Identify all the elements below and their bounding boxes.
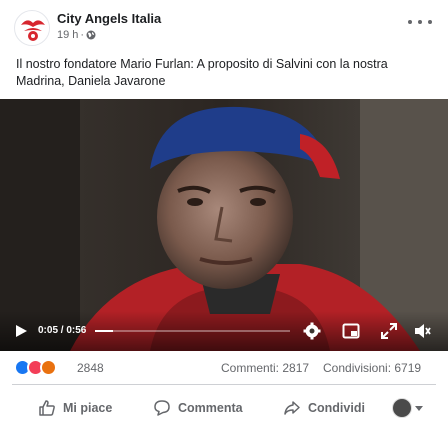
- share-icon: [284, 401, 300, 415]
- comment-button[interactable]: Commenta: [153, 396, 243, 420]
- post-time[interactable]: 19 h: [57, 29, 78, 41]
- picture-in-picture-icon[interactable]: [342, 322, 360, 340]
- post-stats: 2848 Commenti: 2817 Condivisioni: 6719: [0, 356, 448, 380]
- divider: [12, 384, 436, 385]
- page-name[interactable]: City Angels Italia: [57, 11, 161, 26]
- reaction-count[interactable]: 2848: [77, 361, 104, 375]
- time-readout: 0:05 / 0:56: [38, 325, 87, 336]
- progress-fill: [95, 330, 113, 332]
- post-actions: Mi piace Commenta Condividi: [0, 390, 448, 426]
- facebook-post: City Angels Italia 19 h · Il nostro fond…: [0, 0, 448, 430]
- comment-label: Commenta: [178, 401, 243, 415]
- share-button[interactable]: Condividi: [283, 396, 365, 420]
- shares-count[interactable]: Condivisioni: 6719: [323, 361, 421, 375]
- comments-count[interactable]: Commenti: 2817: [221, 361, 309, 375]
- settings-icon[interactable]: [303, 322, 321, 340]
- like-label: Mi piace: [63, 401, 113, 415]
- avatar: [392, 398, 412, 418]
- identity-selector[interactable]: [392, 396, 423, 420]
- page-avatar[interactable]: [14, 10, 50, 46]
- reaction-icons[interactable]: [14, 359, 57, 377]
- like-button[interactable]: Mi piace: [38, 396, 112, 420]
- volume-icon[interactable]: [413, 322, 431, 340]
- globe-icon: [86, 30, 96, 40]
- more-options-icon[interactable]: [408, 14, 432, 30]
- post-header: City Angels Italia 19 h ·: [0, 0, 448, 50]
- meta-separator: ·: [80, 29, 85, 41]
- play-icon[interactable]: [14, 324, 28, 338]
- share-label: Condividi: [308, 401, 365, 415]
- video-player[interactable]: 0:05 / 0:56: [0, 99, 448, 351]
- fullscreen-icon[interactable]: [380, 322, 398, 340]
- chevron-down-icon: [415, 405, 423, 411]
- video-controls: 0:05 / 0:56: [0, 311, 448, 351]
- post-text: Il nostro fondatore Mario Furlan: A prop…: [16, 57, 388, 88]
- city-angels-logo-icon: [16, 12, 49, 45]
- progress-bar[interactable]: [95, 330, 290, 332]
- post-meta: 19 h ·: [57, 29, 96, 41]
- thumbs-up-icon: [39, 400, 55, 416]
- angry-reaction-icon: [40, 359, 57, 376]
- comment-icon: [154, 400, 170, 416]
